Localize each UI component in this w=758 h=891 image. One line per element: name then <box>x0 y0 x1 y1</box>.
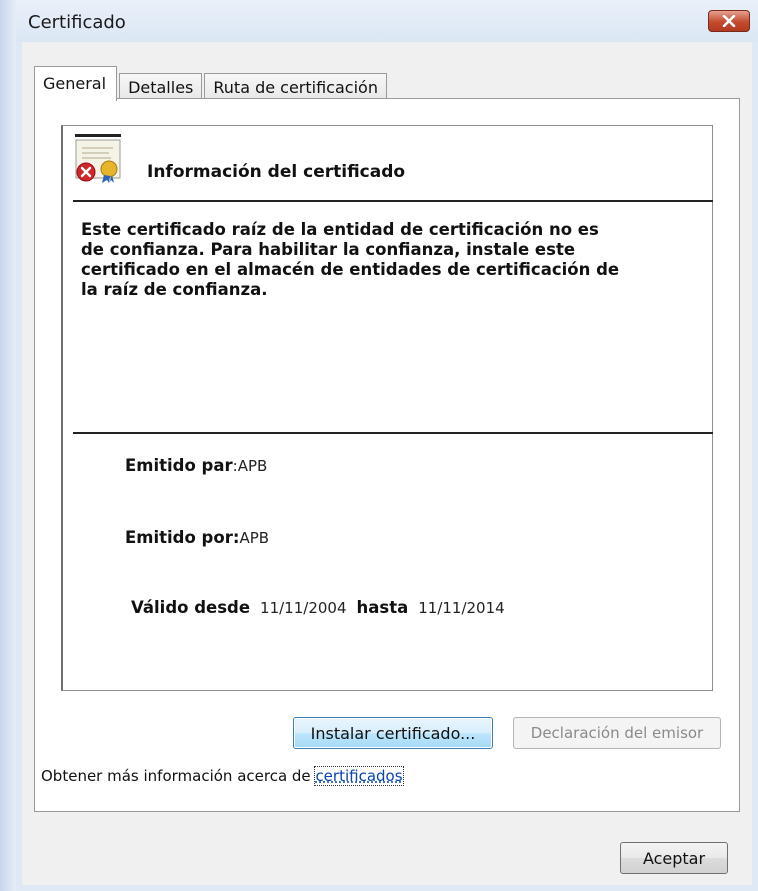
issued-to-row: Emitido par:APB <box>125 456 267 475</box>
certificate-window: Certificado General Detalles Ruta de cer… <box>0 0 758 891</box>
certificate-info-heading: Información del certificado <box>147 162 406 182</box>
issuer-statement-button[interactable]: Declaración del emisor <box>513 717 721 749</box>
close-button[interactable] <box>708 10 750 32</box>
certificate-error-icon <box>75 134 121 183</box>
window-edge <box>0 0 16 891</box>
divider <box>73 432 713 434</box>
valid-from-label: Válido desde <box>131 598 251 617</box>
title-bar[interactable]: Certificado <box>16 0 758 42</box>
issued-by-label: Emitido por: <box>125 528 240 547</box>
window-title: Certificado <box>28 12 126 33</box>
valid-to-value: 11/11/2014 <box>418 599 505 617</box>
dialog-client-area: General Detalles Ruta de certificación I… <box>22 42 752 885</box>
certificate-info-box: Información del certificado Este certifi… <box>61 125 713 691</box>
divider <box>73 200 713 202</box>
issued-to-value: APB <box>237 457 268 475</box>
valid-to-label: hasta <box>356 598 409 617</box>
tab-strip: General Detalles Ruta de certificación <box>34 64 389 102</box>
more-info-label: Obtener más información acerca de <box>41 767 316 785</box>
valid-from-value: 11/11/2004 <box>260 599 347 617</box>
install-certificate-button[interactable]: Instalar certificado... <box>293 717 493 749</box>
issued-by-row: Emitido por:APB <box>125 528 269 547</box>
accept-button[interactable]: Aceptar <box>620 842 728 874</box>
certificates-link[interactable]: certificados <box>314 766 404 786</box>
validity-row: Válido desde 11/11/2004 hasta 11/11/2014 <box>131 598 505 617</box>
more-info-text: Obtener más información acerca de certif… <box>41 766 404 786</box>
untrusted-root-warning: Este certificado raíz de la entidad de c… <box>81 220 620 299</box>
close-icon <box>722 15 736 27</box>
issued-by-value: APB <box>239 529 270 547</box>
issued-to-label: Emitido par <box>125 456 233 475</box>
tab-general[interactable]: General <box>34 66 118 101</box>
general-tab-panel: Información del certificado Este certifi… <box>34 98 740 812</box>
